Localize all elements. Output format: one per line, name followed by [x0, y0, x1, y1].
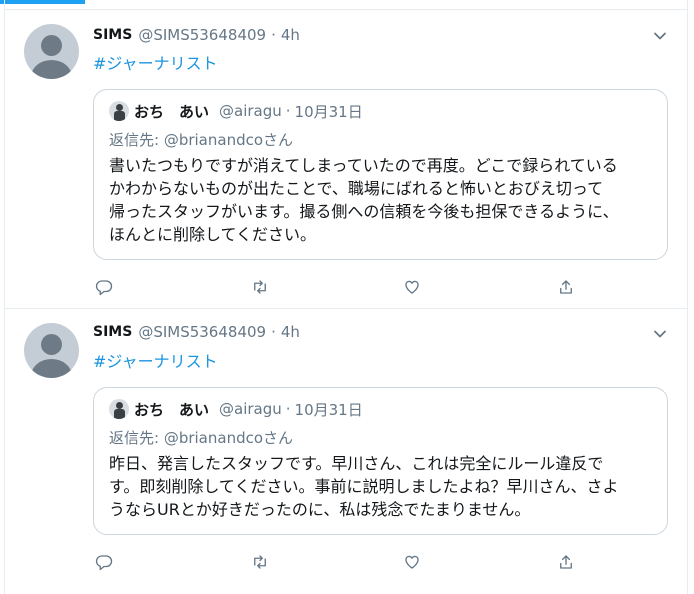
share-button[interactable]	[555, 276, 577, 298]
heart-icon	[405, 280, 419, 294]
reply-context: 返信先: @brianandcoさん	[109, 429, 294, 447]
chevron-down-icon[interactable]	[653, 327, 667, 341]
quoted-header: おち あい @airagu · 10月31日	[134, 100, 363, 122]
quoted-author-name: おち あい	[134, 102, 210, 121]
quoted-text-line: かわからないものが出たことで、職場にばれると怖いとおびえ切って	[109, 179, 604, 198]
tweet-actions	[93, 276, 573, 300]
separator-dot: ·	[271, 26, 276, 44]
retweet-button[interactable]	[249, 276, 271, 298]
quoted-date: 10月31日	[294, 400, 363, 419]
tweet-time[interactable]: 4h	[281, 26, 300, 44]
tweet-time[interactable]: 4h	[281, 323, 300, 341]
author-name[interactable]: SIMS	[93, 324, 132, 340]
tweet-header: SIMS @SIMS53648409 · 4h	[93, 321, 300, 343]
quoted-text-line: 書いたつもりですが消えてしまっていたので再度。どこで録られている	[109, 156, 618, 175]
author-handle[interactable]: @SIMS53648409	[138, 323, 266, 341]
heart-icon	[405, 555, 419, 569]
quoted-tweet[interactable]: おち あい @airagu · 10月31日 返信先: @brianandcoさ…	[93, 89, 668, 260]
quoted-tweet[interactable]: おち あい @airagu · 10月31日 返信先: @brianandcoさ…	[93, 387, 668, 535]
chevron-down-icon[interactable]	[653, 29, 667, 43]
avatar[interactable]	[24, 323, 79, 378]
author-name[interactable]: SIMS	[93, 27, 132, 43]
quoted-date: 10月31日	[294, 102, 363, 121]
hashtag-link[interactable]: #ジャーナリスト	[93, 50, 218, 74]
share-icon	[560, 555, 572, 569]
share-button[interactable]	[555, 551, 577, 573]
reply-button[interactable]	[93, 276, 115, 298]
reply-button[interactable]	[93, 551, 115, 573]
quoted-header: おち あい @airagu · 10月31日	[134, 398, 363, 420]
quoted-text-line: す。即刻削除してください。事前に説明しましたよね？早川さん、さよ	[109, 477, 619, 496]
hashtag-link[interactable]: #ジャーナリスト	[93, 348, 218, 372]
retweet-icon	[254, 280, 266, 294]
separator-dot: ·	[271, 323, 276, 341]
retweet-button[interactable]	[249, 551, 271, 573]
like-button[interactable]	[401, 551, 423, 573]
tweet[interactable]: SIMS @SIMS53648409 · 4h #ジャーナリスト おち あい @…	[5, 9, 687, 308]
quoted-author-handle: @airagu	[219, 102, 282, 120]
reply-icon	[95, 555, 113, 571]
active-tab-indicator	[0, 0, 85, 4]
avatar[interactable]	[24, 24, 79, 79]
timeline-border-right	[687, 0, 688, 594]
quoted-text-line: ほんとに削除してください。	[109, 225, 317, 244]
retweet-icon	[254, 555, 266, 569]
separator-dot: ·	[285, 102, 291, 120]
quoted-text: 昨日、発言したスタッフです。早川さん、これは完全にルール違反で す。即刻削除して…	[109, 452, 657, 521]
tweet-actions	[93, 551, 573, 575]
like-button[interactable]	[401, 276, 423, 298]
quoted-text-line: うならURとか好きだったのに、私は残念でたまりません。	[109, 500, 531, 519]
author-handle[interactable]: @SIMS53648409	[138, 26, 266, 44]
tweet-header: SIMS @SIMS53648409 · 4h	[93, 24, 300, 46]
quoted-author-handle: @airagu	[219, 400, 282, 418]
quoted-author-name: おち あい	[134, 400, 210, 419]
quoted-avatar	[109, 101, 129, 121]
quoted-avatar	[109, 399, 129, 419]
share-icon	[560, 280, 572, 294]
quoted-text: 書いたつもりですが消えてしまっていたので再度。どこで録られている かわからないも…	[109, 154, 657, 246]
tweet[interactable]: SIMS @SIMS53648409 · 4h #ジャーナリスト おち あい @…	[5, 308, 687, 594]
separator-dot: ·	[285, 400, 291, 418]
quoted-text-line: 昨日、発言したスタッフです。早川さん、これは完全にルール違反で	[109, 454, 604, 473]
reply-context: 返信先: @brianandcoさん	[109, 131, 294, 149]
reply-icon	[95, 280, 113, 296]
quoted-text-line: 帰ったスタッフがいます。撮る側への信頼を今後も担保できるように、	[109, 202, 619, 221]
